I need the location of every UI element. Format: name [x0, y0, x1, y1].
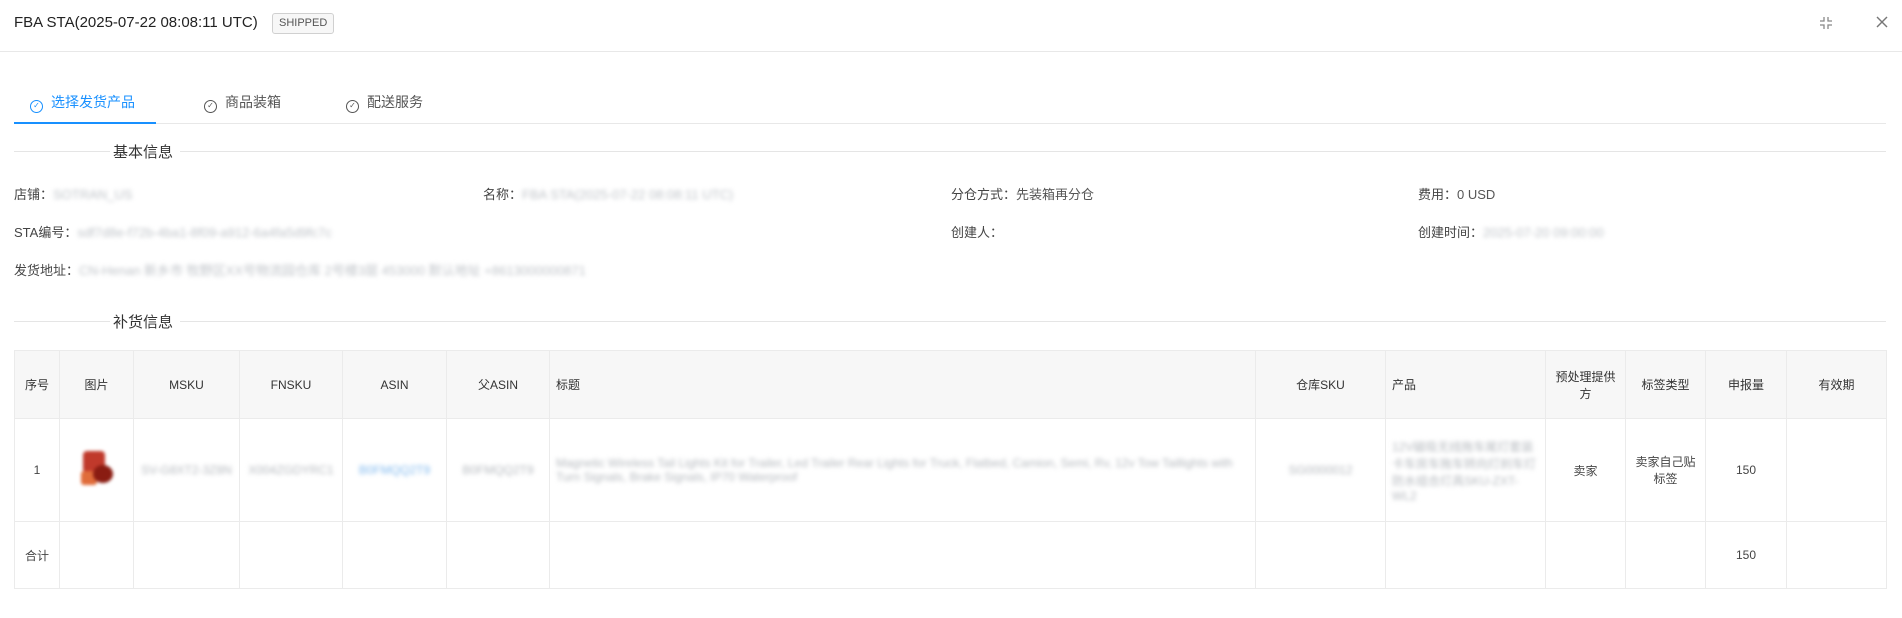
creator-label: 创建人：: [951, 225, 1004, 240]
table-header-row: 序号 图片 MSKU FNSKU ASIN 父ASIN 标题 仓库SKU 产品 …: [14, 350, 1887, 419]
modal-header: FBA STA(2025-07-22 08:08:11 UTC) SHIPPED: [0, 0, 1902, 52]
empty-cell: [446, 521, 550, 589]
parent-asin-cell: B0FMQQ2T9: [446, 418, 550, 522]
table-total-row: 合计 150: [14, 521, 1887, 589]
sta-label: STA编号：: [14, 225, 78, 240]
name-label: 名称：: [483, 187, 523, 202]
empty-cell: [1255, 521, 1386, 589]
col-header-product: 产品: [1385, 350, 1546, 419]
sta-number-field: STA编号：sdf7d8e-f72b-4ba1-8f09-a912-6a4fa5…: [14, 222, 332, 241]
title-cell: Magnetic Wireless Tail Lights Kit for Tr…: [549, 418, 1256, 522]
product-thumbnail: [59, 418, 134, 522]
address-label: 发货地址：: [14, 263, 80, 278]
replenish-section-title: 补货信息: [14, 311, 1886, 331]
divider: [180, 321, 1886, 322]
col-header-asin: ASIN: [342, 350, 447, 419]
store-label: 店铺：: [14, 187, 54, 202]
created-value: 2025-07-20 09:00:00: [1483, 225, 1604, 240]
check-circle-icon: ✓: [204, 100, 217, 113]
divider: [14, 321, 110, 322]
status-badge: SHIPPED: [272, 13, 335, 34]
expiry-cell: [1786, 418, 1887, 522]
tab-label: 选择发货产品: [51, 94, 135, 110]
section-heading: 基本信息: [113, 144, 174, 161]
section-heading: 补货信息: [113, 314, 174, 331]
total-declared-qty: 150: [1705, 521, 1787, 589]
col-header-warehouse-sku: 仓库SKU: [1255, 350, 1386, 419]
split-method-field: 分仓方式：先装箱再分仓: [951, 184, 1094, 203]
empty-cell: [239, 521, 343, 589]
sta-value: sdf7d8e-f72b-4ba1-8f09-a912-6a4fa5d9fc7c: [77, 225, 332, 240]
collapse-icon[interactable]: [1816, 15, 1836, 35]
prep-provider-cell: 卖家: [1545, 418, 1626, 522]
tab-select-products[interactable]: ✓ 选择发货产品: [14, 86, 156, 124]
col-header-prep-provider: 预处理提供方: [1545, 350, 1626, 419]
page-title: FBA STA(2025-07-22 08:08:11 UTC): [14, 14, 258, 31]
col-header-fnsku: FNSKU: [239, 350, 343, 419]
divider: [14, 151, 110, 152]
name-field: 名称：FBA STA(2025-07-22 08:08:11 UTC): [483, 184, 733, 203]
empty-cell: [549, 521, 1256, 589]
ship-address-field: 发货地址：CN-Henan 新乡市 牧野区XX号物流园仓库 2号楼3层 4530…: [14, 260, 586, 279]
tab-label: 配送服务: [367, 94, 423, 110]
created-time-field: 创建时间：2025-07-20 09:00:00: [1418, 222, 1604, 241]
empty-cell: [133, 521, 240, 589]
address-value: CN-Henan 新乡市 牧野区XX号物流园仓库 2号楼3层 453000 默认…: [79, 263, 586, 278]
empty-cell: [1545, 521, 1626, 589]
empty-cell: [342, 521, 447, 589]
col-header-declared-qty: 申报量: [1705, 350, 1787, 419]
col-header-index: 序号: [14, 350, 60, 419]
col-header-image: 图片: [59, 350, 134, 419]
product-image: [79, 449, 115, 489]
total-label: 合计: [14, 521, 60, 589]
step-tabs: ✓ 选择发货产品 ✓ 商品装箱 ✓ 配送服务: [14, 86, 1886, 124]
tab-delivery-service[interactable]: ✓ 配送服务: [346, 86, 446, 124]
replenish-table: 序号 图片 MSKU FNSKU ASIN 父ASIN 标题 仓库SKU 产品 …: [14, 350, 1887, 589]
check-circle-icon: ✓: [30, 100, 43, 113]
declared-qty-cell: 150: [1705, 418, 1787, 522]
fee-field: 费用：0 USD: [1418, 184, 1495, 203]
split-label: 分仓方式：: [951, 187, 1017, 202]
label-type-cell: 卖家自己贴标签: [1625, 418, 1706, 522]
empty-cell: [59, 521, 134, 589]
divider: [180, 151, 1886, 152]
col-header-expiry: 有效期: [1786, 350, 1887, 419]
store-field: 店铺：SOTRAN_US: [14, 184, 132, 203]
empty-cell: [1786, 521, 1887, 589]
empty-cell: [1625, 521, 1706, 589]
tab-packing[interactable]: ✓ 商品装箱: [204, 86, 304, 124]
split-value: 先装箱再分仓: [1016, 187, 1095, 202]
col-header-parent-asin: 父ASIN: [446, 350, 550, 419]
creator-field: 创建人：: [951, 222, 1003, 241]
name-value: FBA STA(2025-07-22 08:08:11 UTC): [522, 187, 734, 202]
col-header-msku: MSKU: [133, 350, 240, 419]
fee-label: 费用：: [1418, 187, 1458, 202]
empty-cell: [1385, 521, 1546, 589]
check-circle-icon: ✓: [346, 100, 359, 113]
table-row: 1 SV-G8XT2-3Z8N X004ZGDYRC1 B0FMQQ2T9 B0…: [14, 418, 1887, 522]
store-value: SOTRAN_US: [53, 187, 133, 202]
product-cell: 12V磁吸无线拖车尾灯套装卡车房车拖车转向灯刹车灯防水组合灯具SKU-ZXT-W…: [1385, 418, 1546, 522]
warehouse-sku-cell: SG0000012: [1255, 418, 1386, 522]
basic-info-section-title: 基本信息: [14, 141, 1886, 161]
created-label: 创建时间：: [1418, 225, 1484, 240]
row-index: 1: [14, 418, 60, 522]
asin-link[interactable]: B0FMQQ2T9: [342, 418, 447, 522]
tab-label: 商品装箱: [225, 94, 281, 110]
col-header-label-type: 标签类型: [1625, 350, 1706, 419]
col-header-title: 标题: [549, 350, 1256, 419]
close-icon[interactable]: [1872, 15, 1892, 35]
fee-value: 0 USD: [1457, 187, 1496, 202]
msku-cell: SV-G8XT2-3Z8N: [133, 418, 240, 522]
fnsku-cell: X004ZGDYRC1: [239, 418, 343, 522]
